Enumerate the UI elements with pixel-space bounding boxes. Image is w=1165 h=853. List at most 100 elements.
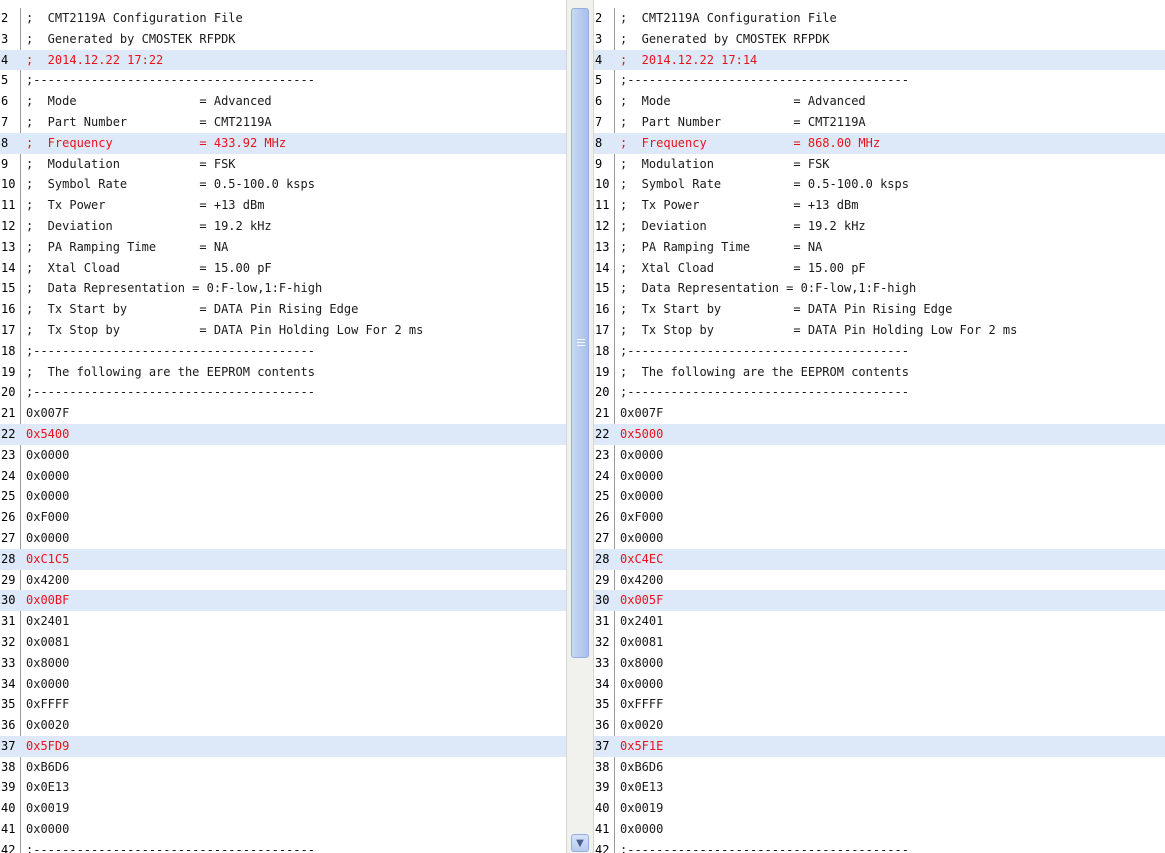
code-line[interactable]: 5 ;--------------------------------------… [594, 70, 1165, 91]
code-line[interactable]: 40 0x0019 [594, 798, 1165, 819]
code-line[interactable]: 17 ; Tx Stop by = DATA Pin Holding Low Fo… [0, 320, 566, 341]
code-line[interactable]: 29 0x4200 [594, 570, 1165, 591]
diff-line[interactable]: 28 0xC1C5 [0, 548, 566, 570]
line-number: 20 [595, 385, 610, 400]
diff-line[interactable]: 8 ; Frequency = 868.00 MHz [594, 132, 1165, 154]
code-line[interactable]: 15 ; Data Representation = 0:F-low,1:F-hi… [594, 278, 1165, 299]
code-line[interactable]: 24 0x0000 [0, 466, 566, 487]
code-line[interactable]: 20 ;-------------------------------------… [594, 382, 1165, 403]
line-number: 38 [595, 759, 610, 774]
code-line[interactable]: 21 0x007F [594, 403, 1165, 424]
code-line[interactable]: 23 0x0000 [594, 445, 1165, 466]
code-line[interactable]: 33 0x8000 [594, 653, 1165, 674]
code-line[interactable]: 5 ;--------------------------------------… [0, 70, 566, 91]
code-line[interactable]: 24 0x0000 [594, 466, 1165, 487]
code-line[interactable]: 3 ; Generated by CMOSTEK RFPDK [0, 29, 566, 50]
code-line[interactable]: 38 0xB6D6 [0, 757, 566, 778]
code-line[interactable]: 2 ; CMT2119A Configuration File [594, 8, 1165, 29]
code-line[interactable]: 20 ;-------------------------------------… [0, 382, 566, 403]
code-line[interactable]: 25 0x0000 [0, 486, 566, 507]
code-line[interactable]: 42 ;-------------------------------------… [0, 840, 566, 853]
code-line[interactable]: 27 0x0000 [0, 528, 566, 549]
code-line[interactable]: 19 ; The following are the EEPROM content… [0, 362, 566, 383]
code-line[interactable]: 32 0x0081 [0, 632, 566, 653]
code-line[interactable]: 42 ;-------------------------------------… [594, 840, 1165, 853]
diff-line[interactable]: 4 ; 2014.12.22 17:22 [0, 49, 566, 71]
code-line[interactable]: 32 0x0081 [594, 632, 1165, 653]
code-line[interactable]: 12 ; Deviation = 19.2 kHz [0, 216, 566, 237]
code-line[interactable]: 9 ; Modulation = FSK [594, 154, 1165, 175]
code-line[interactable]: 31 0x2401 [594, 611, 1165, 632]
line-text: 0x5F1E [620, 738, 664, 753]
code-line[interactable]: 35 0xFFFF [0, 694, 566, 715]
line-text: 0x8000 [620, 655, 664, 670]
code-line[interactable]: 27 0x0000 [594, 528, 1165, 549]
code-line[interactable]: 39 0x0E13 [594, 777, 1165, 798]
code-line[interactable]: 10 ; Symbol Rate = 0.5-100.0 ksps [594, 174, 1165, 195]
line-number: 15 [1, 281, 16, 296]
code-line[interactable]: 36 0x0020 [594, 715, 1165, 736]
code-line[interactable]: 29 0x4200 [0, 570, 566, 591]
right-file-pane[interactable]: 2 ; CMT2119A Configuration File 3 ; Generat… [594, 8, 1165, 853]
line-text: ; Xtal Cload = 15.00 pF [26, 260, 272, 275]
code-line[interactable]: 26 0xF000 [594, 507, 1165, 528]
code-line[interactable]: 41 0x0000 [0, 819, 566, 840]
code-line[interactable]: 15 ; Data Representation = 0:F-low,1:F-hi… [0, 278, 566, 299]
code-line[interactable]: 36 0x0020 [0, 715, 566, 736]
code-line[interactable]: 40 0x0019 [0, 798, 566, 819]
diff-line[interactable]: 30 0x005F [594, 590, 1165, 612]
code-line[interactable]: 41 0x0000 [594, 819, 1165, 840]
code-line[interactable]: 39 0x0E13 [0, 777, 566, 798]
code-line[interactable]: 11 ; Tx Power = +13 dBm [594, 195, 1165, 216]
code-line[interactable]: 17 ; Tx Stop by = DATA Pin Holding Low Fo… [594, 320, 1165, 341]
diff-line[interactable]: 28 0xC4EC [594, 548, 1165, 570]
code-line[interactable]: 6 ; Mode = Advanced [0, 91, 566, 112]
code-line[interactable]: 25 0x0000 [594, 486, 1165, 507]
code-line[interactable]: 13 ; PA Ramping Time = NA [0, 237, 566, 258]
code-line[interactable]: 6 ; Mode = Advanced [594, 91, 1165, 112]
diff-line[interactable]: 37 0x5F1E [594, 735, 1165, 757]
vertical-scrollbar[interactable]: ▼ [566, 0, 594, 853]
diff-line[interactable]: 8 ; Frequency = 433.92 MHz [0, 132, 566, 154]
code-line[interactable]: 34 0x0000 [0, 674, 566, 695]
diff-line[interactable]: 4 ; 2014.12.22 17:14 [594, 49, 1165, 71]
code-line[interactable]: 9 ; Modulation = FSK [0, 154, 566, 175]
line-number: 31 [1, 614, 16, 629]
code-line[interactable]: 33 0x8000 [0, 653, 566, 674]
line-text: ; Mode = Advanced [620, 94, 866, 109]
diff-line[interactable]: 37 0x5FD9 [0, 735, 566, 757]
code-line[interactable]: 16 ; Tx Start by = DATA Pin Rising Edge [594, 299, 1165, 320]
code-line[interactable]: 34 0x0000 [594, 674, 1165, 695]
code-line[interactable]: 31 0x2401 [0, 611, 566, 632]
code-line[interactable]: 35 0xFFFF [594, 694, 1165, 715]
diff-line[interactable]: 30 0x00BF [0, 590, 566, 612]
line-text: ; Tx Stop by = DATA Pin Holding Low For … [620, 322, 1018, 337]
scroll-down-button[interactable]: ▼ [571, 834, 589, 852]
code-line[interactable]: 7 ; Part Number = CMT2119A [594, 112, 1165, 133]
code-line[interactable]: 3 ; Generated by CMOSTEK RFPDK [594, 29, 1165, 50]
code-line[interactable]: 18 ;-------------------------------------… [594, 341, 1165, 362]
line-text: ; Part Number = CMT2119A [620, 114, 866, 129]
line-number: 23 [1, 447, 16, 462]
line-number: 16 [595, 302, 610, 317]
code-line[interactable]: 12 ; Deviation = 19.2 kHz [594, 216, 1165, 237]
chevron-down-icon: ▼ [576, 837, 584, 849]
scrollbar-thumb[interactable] [571, 8, 589, 658]
code-line[interactable]: 11 ; Tx Power = +13 dBm [0, 195, 566, 216]
code-line[interactable]: 14 ; Xtal Cload = 15.00 pF [0, 258, 566, 279]
left-file-pane[interactable]: 2 ; CMT2119A Configuration File 3 ; Generat… [0, 8, 566, 853]
code-line[interactable]: 16 ; Tx Start by = DATA Pin Rising Edge [0, 299, 566, 320]
code-line[interactable]: 10 ; Symbol Rate = 0.5-100.0 ksps [0, 174, 566, 195]
code-line[interactable]: 26 0xF000 [0, 507, 566, 528]
code-line[interactable]: 18 ;-------------------------------------… [0, 341, 566, 362]
diff-line[interactable]: 22 0x5400 [0, 423, 566, 445]
diff-line[interactable]: 22 0x5000 [594, 423, 1165, 445]
code-line[interactable]: 19 ; The following are the EEPROM content… [594, 362, 1165, 383]
code-line[interactable]: 13 ; PA Ramping Time = NA [594, 237, 1165, 258]
code-line[interactable]: 21 0x007F [0, 403, 566, 424]
code-line[interactable]: 7 ; Part Number = CMT2119A [0, 112, 566, 133]
code-line[interactable]: 23 0x0000 [0, 445, 566, 466]
code-line[interactable]: 38 0xB6D6 [594, 757, 1165, 778]
code-line[interactable]: 14 ; Xtal Cload = 15.00 pF [594, 258, 1165, 279]
code-line[interactable]: 2 ; CMT2119A Configuration File [0, 8, 566, 29]
